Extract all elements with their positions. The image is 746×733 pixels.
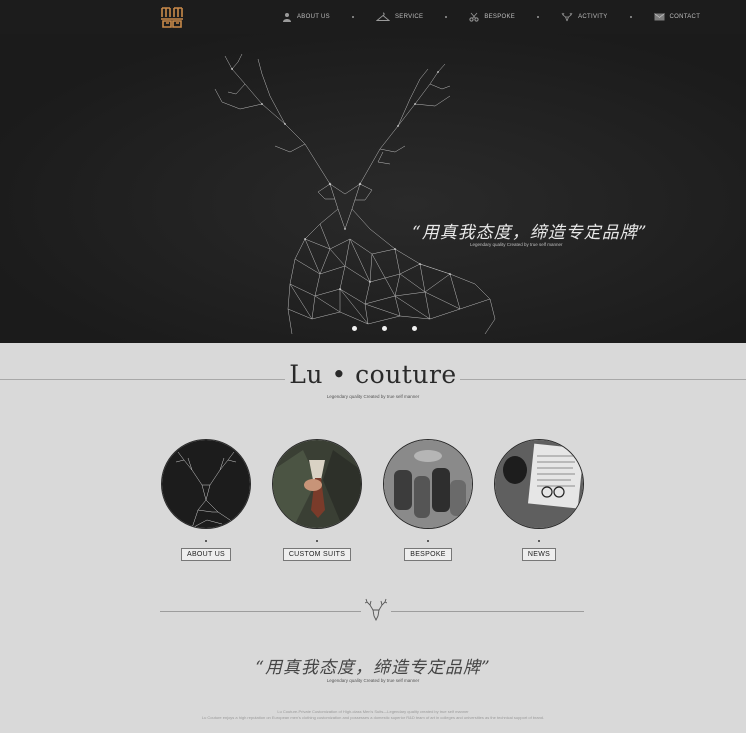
main-nav: ABOUT US SERVICE BESPOKE ACTIVITY CONTAC… (282, 0, 700, 34)
deer-head-icon (561, 12, 573, 22)
secondary-quote: “用真我态度，缔造专定品牌” (255, 658, 491, 678)
nav-label: BESPOKE (484, 14, 516, 20)
suit-thumbnail (273, 440, 361, 528)
top-nav-bar: ABOUT US SERVICE BESPOKE ACTIVITY CONTAC… (0, 0, 746, 34)
hero-banner: “用真我态度，缔造专定品牌” Legendary quality Created… (0, 34, 746, 343)
slider-dot-1[interactable] (352, 326, 357, 331)
card-label-about-us[interactable]: ABOUT US (180, 548, 232, 561)
slider-dot-2[interactable] (382, 326, 387, 331)
card-image-suit[interactable] (272, 439, 362, 529)
nav-separator (629, 16, 632, 18)
nav-item-about-us[interactable]: ABOUT US (282, 0, 330, 34)
card-about-us: ABOUT US (161, 439, 251, 561)
newspaper-thumbnail (495, 440, 583, 528)
card-bullet (316, 540, 318, 542)
card-custom-suits: CUSTOM SUITS (272, 439, 362, 561)
nav-item-service[interactable]: SERVICE (375, 0, 424, 34)
hero-tagline: Legendary quality Created by true self m… (470, 242, 563, 247)
slider-dots (352, 326, 417, 331)
nav-separator (537, 16, 540, 18)
card-image-news[interactable] (494, 439, 584, 529)
card-image-deer[interactable] (161, 439, 251, 529)
mail-icon (653, 13, 665, 21)
nav-separator (351, 16, 354, 18)
brand-subtitle: Legendary quality Created by true self m… (326, 394, 420, 399)
deer-thumbnail (162, 440, 250, 528)
nav-label: ABOUT US (297, 14, 330, 20)
person-icon (283, 13, 291, 22)
secondary-quote-subtitle: Legendary quality Created by true self m… (326, 678, 420, 683)
card-label-news[interactable]: NEWS (521, 548, 557, 561)
card-label-custom-suits[interactable]: CUSTOM SUITS (282, 548, 352, 561)
slider-dot-3[interactable] (412, 326, 417, 331)
card-bullet (205, 540, 207, 542)
card-image-fabric[interactable] (383, 439, 473, 529)
scissors-icon (469, 12, 479, 22)
nav-label: SERVICE (394, 14, 424, 20)
nav-item-bespoke[interactable]: BESPOKE (469, 0, 515, 34)
brand-title: Lu • couture (289, 360, 457, 389)
hanger-icon (375, 12, 390, 21)
fabric-rolls-thumbnail (384, 440, 472, 528)
footer-text-2: Lu Couture enjoys a high reputation on E… (201, 715, 545, 720)
hero-quote: “用真我态度，缔造专定品牌” (412, 223, 648, 243)
deer-wireframe-illustration (0, 34, 746, 343)
card-bespoke: BESPOKE (383, 439, 473, 561)
nav-label: CONTACT (669, 14, 701, 20)
footer-text-1: Lu Couture-Private Customization of High… (277, 709, 469, 714)
card-bullet (427, 540, 429, 542)
nav-item-activity[interactable]: ACTIVITY (561, 0, 607, 34)
nav-separator (445, 16, 448, 18)
card-bullet (538, 540, 540, 542)
deer-head-icon (364, 598, 388, 622)
brand-logo[interactable] (160, 5, 184, 29)
deer-emblem (361, 598, 391, 627)
card-label-bespoke[interactable]: BESPOKE (404, 548, 452, 561)
nav-item-contact[interactable]: CONTACT (653, 0, 701, 34)
logo-icon (161, 7, 183, 28)
card-news: NEWS (494, 439, 584, 561)
nav-label: ACTIVITY (578, 14, 608, 20)
